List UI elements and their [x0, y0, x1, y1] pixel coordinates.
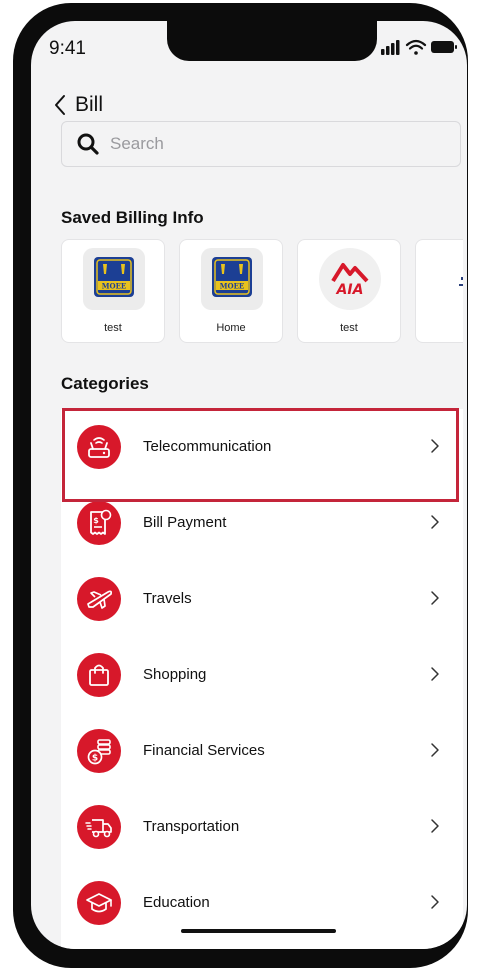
search-icon [77, 133, 99, 155]
signal-icon [381, 40, 400, 55]
category-item-financial-services[interactable]: $ Financial Services [61, 713, 463, 789]
category-label: Travels [143, 590, 192, 607]
bank-logo [459, 277, 463, 286]
back-button[interactable]: Bill [53, 90, 103, 120]
saved-biller-label: test [340, 322, 358, 334]
moee-logo: MOEE [201, 248, 263, 310]
page-title: Bill [75, 93, 104, 116]
app-screen: 9:41 Bill Search Saved Billing Info MOEE… [31, 21, 467, 949]
svg-text:$: $ [93, 516, 99, 525]
saved-biller-card[interactable]: t [415, 239, 463, 343]
notch [167, 21, 377, 61]
category-label: Financial Services [143, 742, 265, 759]
aia-logo: AIA [319, 248, 381, 310]
category-item-telecommunication[interactable]: Telecommunication [61, 409, 463, 485]
svg-text:$: $ [92, 754, 98, 764]
chevron-right-icon [431, 743, 439, 757]
truck-icon [77, 805, 121, 849]
chevron-left-icon [55, 95, 65, 115]
saved-billers-carousel[interactable]: MOEE test MOEE Home AIA test [61, 239, 463, 345]
category-label: Transportation [143, 818, 240, 835]
svg-text:MOEE: MOEE [102, 282, 127, 291]
chevron-right-icon [431, 819, 439, 833]
search-input[interactable] [108, 133, 432, 155]
saved-biller-card[interactable]: AIA test [297, 239, 401, 343]
saved-billing-title: Saved Billing Info [61, 208, 204, 227]
saved-biller-label: test [104, 322, 122, 334]
airplane-icon [77, 577, 121, 621]
saved-biller-label: t [416, 322, 463, 334]
categories-title: Categories [61, 374, 149, 393]
battery-icon [431, 41, 457, 53]
graduation-cap-icon [77, 881, 121, 925]
category-item-bill-payment[interactable]: $ Bill Payment [61, 485, 463, 561]
category-item-transportation[interactable]: Transportation [61, 789, 463, 865]
status-icons [381, 39, 457, 55]
router-icon [77, 425, 121, 469]
search-bar[interactable] [61, 121, 461, 167]
chevron-right-icon [431, 439, 439, 453]
category-item-shopping[interactable]: Shopping [61, 637, 463, 713]
moee-logo: MOEE [83, 248, 145, 310]
receipt-icon: $ [77, 501, 121, 545]
saved-biller-card[interactable]: MOEE Home [179, 239, 283, 343]
wifi-icon [405, 39, 427, 55]
saved-biller-label: Home [216, 322, 246, 334]
chevron-right-icon [431, 895, 439, 909]
chevron-right-icon [431, 667, 439, 681]
category-label: Bill Payment [143, 514, 227, 531]
chevron-right-icon [431, 515, 439, 529]
saved-biller-card[interactable]: MOEE test [61, 239, 165, 343]
category-label: Education [143, 894, 210, 911]
category-list: Telecommunication $ Bill Payment Travels… [61, 409, 463, 949]
svg-text:MOEE: MOEE [220, 282, 245, 291]
home-indicator [181, 929, 336, 933]
coins-icon: $ [77, 729, 121, 773]
status-time: 9:41 [49, 38, 86, 59]
shopping-bag-icon [77, 653, 121, 697]
chevron-right-icon [431, 591, 439, 605]
category-item-travels[interactable]: Travels [61, 561, 463, 637]
phone-frame: 9:41 Bill Search Saved Billing Info MOEE… [13, 3, 468, 968]
category-label: Telecommunication [143, 438, 272, 455]
svg-text:AIA: AIA [336, 282, 364, 298]
category-label: Shopping [143, 666, 207, 683]
